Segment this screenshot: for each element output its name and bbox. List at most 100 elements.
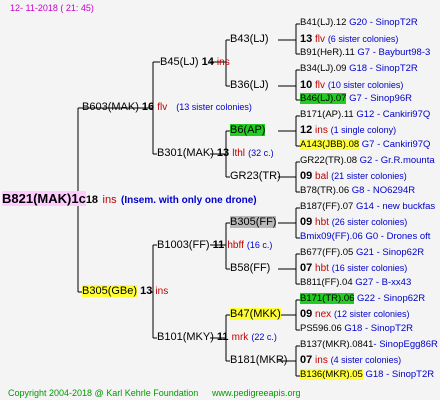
node-suffix: ins xyxy=(216,57,230,68)
gen3-stats: 07 ins (4 sister colonies) xyxy=(300,354,402,366)
node-suffix: flv xyxy=(157,102,168,113)
gen3-node[interactable]: B58(FF) xyxy=(230,261,270,275)
node-source: G8 - NO6294R xyxy=(351,185,416,196)
gen3-node[interactable]: B181(MKR) xyxy=(230,353,287,367)
node-source: G7 - Sinop96R xyxy=(349,93,412,104)
gen4-node[interactable]: B187(FF).07 G14 - new buckfas xyxy=(300,200,435,214)
node-id: B41(LJ).12 xyxy=(300,17,347,28)
gen4-node[interactable]: B171(AP).11 G12 - Cankiri97Q xyxy=(300,108,430,122)
node-id: B43(LJ) xyxy=(230,33,269,45)
gen3-stats: 07 hbt (16 sister colonies) xyxy=(300,262,408,274)
node-note: (13 sister colonies) xyxy=(176,102,252,112)
node-id: B1003(FF) xyxy=(157,239,210,251)
root-num: 18 xyxy=(85,194,99,206)
gen3-node[interactable]: B43(LJ) xyxy=(230,32,269,46)
gen3-stats: 13 flv (6 sister colonies) xyxy=(300,33,399,45)
gen2-node[interactable]: B301(MAK) 13 lthl (32 c.) xyxy=(157,146,274,161)
node-suffix: lthl xyxy=(232,148,246,159)
node-source: G27 - B-xx43 xyxy=(355,277,412,288)
gen3-node[interactable]: B6(AP) xyxy=(230,123,266,137)
gen4-node[interactable]: B41(LJ).12 G20 - SinopT2R xyxy=(300,16,418,30)
node-note: (32 c.) xyxy=(248,148,274,158)
gen2-node[interactable]: B101(MKY) 11 mrk (22 c.) xyxy=(157,330,277,345)
gen1-node[interactable]: B305(GBe) 13 ins xyxy=(82,284,168,299)
node-num: 11 xyxy=(212,239,225,251)
node-source: G18 - SinopT2R xyxy=(365,369,435,380)
root-id: B821(MAK)1c xyxy=(2,191,86,206)
gen3-node[interactable]: B47(MKK) xyxy=(230,307,281,321)
gen4-node[interactable]: GR22(TR).08 G2 - Gr.R.mounta xyxy=(300,154,435,168)
gen4-node[interactable]: B34(LJ).09 G18 - SinopT2R xyxy=(300,62,418,76)
node-id: GR23(TR) xyxy=(230,170,281,182)
node-id: B47(MKK) xyxy=(230,308,281,320)
node-id: B45(LJ) xyxy=(160,56,199,68)
gen3-stats: 09 hbt (26 sister colonies) xyxy=(300,216,408,228)
gen2-node[interactable]: B45(LJ) 14 ins xyxy=(160,55,230,70)
node-id: B58(FF) xyxy=(230,262,271,274)
node-id: B91(HeR).11 xyxy=(300,47,355,58)
timestamp: 12- 11-2018 ( 21: 45) xyxy=(10,3,94,13)
gen4-node[interactable]: A143(JBB).08 G7 - Cankiri97Q xyxy=(300,138,430,152)
node-id: B137(MKR).0841 xyxy=(300,339,374,350)
gen4-node[interactable]: B46(LJ).07 G7 - Sinop96R xyxy=(300,92,412,106)
node-num: 11 xyxy=(216,331,229,343)
node-id: B171(TR).06 xyxy=(300,293,355,304)
gen3-stats: 12 ins (1 single colony) xyxy=(300,124,397,136)
gen4-node[interactable]: PS596.06 G18 - SinopT2R xyxy=(300,322,413,336)
node-id: B305(GBe) xyxy=(82,285,138,297)
footer-site-link[interactable]: www.pedigreeapis.org xyxy=(212,386,301,400)
node-id: Bmix09(FF).06 xyxy=(300,231,363,242)
node-source: G20 - SinopT2R xyxy=(349,17,418,28)
gen3-stats: 10 flv (10 sister colonies) xyxy=(300,79,404,91)
node-num: 13 xyxy=(216,147,230,159)
node-id: PS596.06 xyxy=(300,323,342,334)
node-source: G22 - Sinop62R xyxy=(357,293,426,304)
node-source: G7 - Cankiri97Q xyxy=(361,139,431,150)
node-note: (22 c.) xyxy=(251,332,277,342)
gen4-node[interactable]: B78(TR).06 G8 - NO6294R xyxy=(300,184,415,198)
gen2-node[interactable]: B1003(FF) 11 hbff (16 c.) xyxy=(157,238,272,253)
gen4-node[interactable]: B677(FF).05 G21 - Sinop62R xyxy=(300,246,424,260)
node-source: G2 - Gr.R.mounta xyxy=(359,155,435,166)
node-suffix: mrk xyxy=(231,332,249,343)
node-suffix: ins xyxy=(155,286,169,297)
node-id: B34(LJ).09 xyxy=(300,63,347,74)
node-id: B811(FF).04 xyxy=(300,277,353,288)
gen3-stats: 09 bal (21 sister colonies) xyxy=(300,170,407,182)
node-id: B78(TR).06 xyxy=(300,185,350,196)
node-source: G0 - Drones oft xyxy=(365,231,431,242)
gen3-stats: 09 nex (12 sister colonies) xyxy=(300,308,410,320)
node-suffix: hbff xyxy=(227,240,244,251)
node-id: B305(FF) xyxy=(230,216,277,228)
gen3-node[interactable]: B305(FF) xyxy=(230,215,277,229)
gen4-node[interactable]: B91(HeR).11 G7 - Bayburt98-3 xyxy=(300,46,430,60)
node-id: B46(LJ).07 xyxy=(300,93,347,104)
node-id: B101(MKY) xyxy=(157,331,214,343)
root-node[interactable]: B821(MAK)1c18 ins (Insem. with only one … xyxy=(2,191,257,208)
node-num: 13 xyxy=(140,285,153,297)
gen4-node[interactable]: Bmix09(FF).06 G0 - Drones oft xyxy=(300,230,430,244)
node-source: G18 - SinopT2R xyxy=(344,323,414,334)
node-source: G14 - new buckfas xyxy=(355,201,436,212)
node-id: B677(FF).05 xyxy=(300,247,354,258)
node-id: B181(MKR) xyxy=(230,354,288,366)
root-note: (Insem. with only one drone) xyxy=(121,195,257,206)
node-id: B603(MAK) xyxy=(82,101,139,113)
node-source: G21 - Sinop62R xyxy=(355,247,425,258)
root-suffix: ins xyxy=(102,194,117,206)
node-id: A143(JBB).08 xyxy=(300,139,360,150)
gen4-node[interactable]: B136(MKR).05 G18 - SinopT2R xyxy=(300,368,434,382)
gen1-node[interactable]: B603(MAK) 16 flv (13 sister colonies) xyxy=(82,100,252,115)
gen4-node[interactable]: B137(MKR).0841- SinopEgg86R xyxy=(300,338,438,352)
gen4-node[interactable]: B171(TR).06 G22 - Sinop62R xyxy=(300,292,425,306)
node-id: B136(MKR).05 xyxy=(300,369,363,380)
gen3-node[interactable]: B36(LJ) xyxy=(230,78,269,92)
gen4-node[interactable]: B811(FF).04 G27 - B-xx43 xyxy=(300,276,411,290)
gen3-node[interactable]: GR23(TR) xyxy=(230,169,281,183)
node-source: - SinopEgg86R xyxy=(373,339,438,350)
node-source: G12 - Cankiri97Q xyxy=(356,109,431,120)
node-source: G7 - Bayburt98-3 xyxy=(357,47,431,58)
node-id: B6(AP) xyxy=(230,124,266,136)
node-source: G18 - SinopT2R xyxy=(349,63,418,74)
footer-copyright: Copyright 2004-2018 @ Karl Kehrle Founda… xyxy=(8,388,199,398)
